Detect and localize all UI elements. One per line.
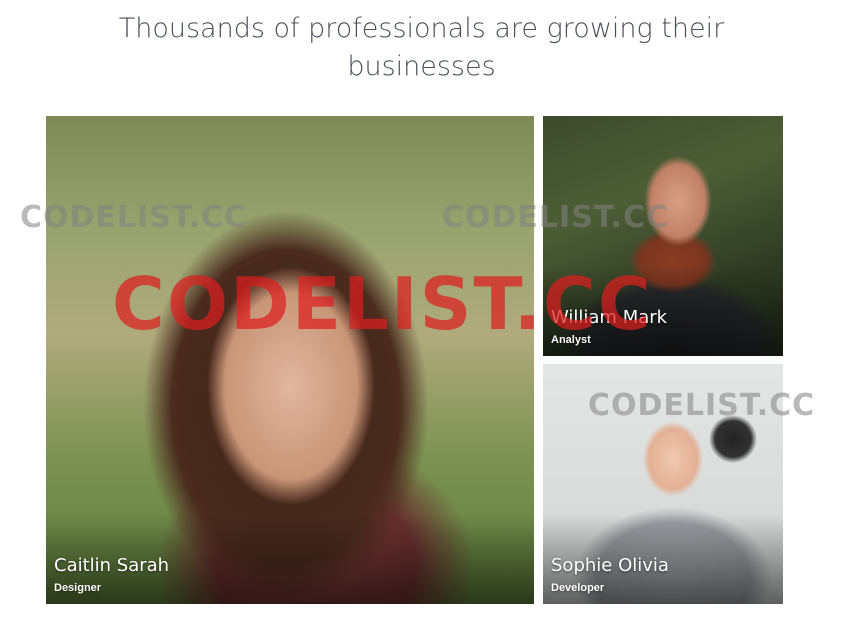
profile-info: William Mark Analyst — [551, 306, 667, 348]
profile-info: Caitlin Sarah Designer — [54, 554, 169, 596]
profile-name: Sophie Olivia — [551, 555, 669, 576]
profile-card-william[interactable]: William Mark Analyst — [543, 116, 783, 356]
profile-role: Designer — [54, 582, 102, 594]
profile-name: William Mark — [551, 307, 668, 328]
headline-line-1: Thousands of professionals are growing t… — [118, 13, 725, 44]
profile-role: Developer — [551, 582, 605, 594]
headline-line-2: businesses — [347, 51, 496, 82]
profile-name: Caitlin Sarah — [54, 555, 170, 576]
profile-info: Sophie Olivia Developer — [551, 554, 669, 596]
profile-role: Analyst — [551, 334, 591, 346]
page-headline: Thousands of professionals are growing t… — [0, 10, 843, 86]
profile-card-sophie[interactable]: Sophie Olivia Developer — [543, 364, 783, 604]
profile-card-caitlin[interactable]: Caitlin Sarah Designer — [46, 116, 534, 604]
